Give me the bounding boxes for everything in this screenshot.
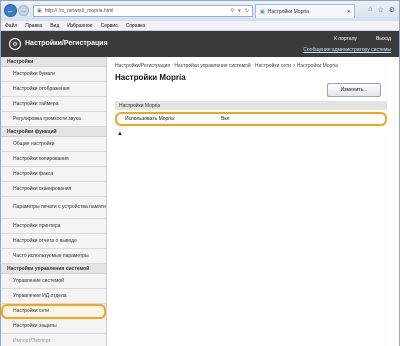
sidebar-section-functions: Настройки функций: [1, 127, 106, 137]
address-bar-icons: ⚲ ▾ ↻: [231, 8, 249, 14]
settings-table-header: Настройки Mopria: [115, 101, 387, 110]
home-icon[interactable]: ⌂: [368, 6, 372, 14]
sidebar-item-fax[interactable]: Настройки факса: [1, 167, 106, 182]
page-title: Настройки Mopria: [115, 73, 186, 82]
main-content: Настройки/Регистрация : Настройки управл…: [107, 57, 399, 346]
close-tab-icon[interactable]: ✕: [347, 9, 351, 15]
sidebar: Настройки Настройки бумаги Настройки ото…: [1, 57, 107, 346]
breadcrumb-current: Настройки Mopria: [296, 63, 338, 69]
portal-link[interactable]: К порталу: [334, 36, 357, 42]
browser-tab[interactable]: ▣ Настройки Mopria ✕: [255, 4, 355, 18]
sidebar-item-output-report[interactable]: Настройки отчета о выводе: [1, 234, 106, 249]
back-arrow-icon[interactable]: ←: [4, 4, 17, 17]
menu-edit[interactable]: Правка: [25, 23, 42, 29]
search-icon[interactable]: ⚲: [231, 8, 235, 14]
menu-tools[interactable]: Сервис: [101, 23, 118, 29]
refresh-icon[interactable]: ↻: [245, 8, 249, 14]
address-bar[interactable]: ▣ http:// /m_network_mopria.html ⚲ ▾ ↻: [33, 5, 253, 17]
breadcrumb-item[interactable]: Настройки сети: [255, 63, 291, 69]
sidebar-item-scan[interactable]: Настройки сканирования: [1, 182, 106, 197]
sidebar-item-memory-print[interactable]: Параметры печати с устройства памяти: [1, 197, 106, 219]
settings-gear-icon[interactable]: ⚙: [389, 6, 395, 14]
forward-arrow-icon[interactable]: →: [18, 5, 29, 16]
menu-view[interactable]: Вид: [50, 23, 59, 29]
sidebar-item-timer[interactable]: Настройки таймера: [1, 97, 106, 112]
admin-messages-link[interactable]: Сообщения администратору системы: [303, 47, 391, 53]
tab-label: Настройки Mopria: [267, 8, 309, 15]
logout-link[interactable]: Выход: [376, 36, 391, 42]
app-title: Настройки/Регистрация: [25, 40, 108, 47]
sidebar-item-network[interactable]: Настройки сети: [1, 304, 106, 319]
mopria-setting-value: Вкл: [221, 116, 230, 122]
sidebar-item-copy[interactable]: Настройки копирования: [1, 152, 106, 167]
table-row: Использовать Mopria: Вкл: [115, 112, 387, 126]
page-header: ⚙ Настройки/Регистрация К порталу Выход …: [1, 31, 399, 57]
menu-file[interactable]: Файл: [5, 23, 17, 29]
dropdown-icon[interactable]: ▾: [238, 8, 241, 14]
sidebar-item-security[interactable]: Настройки защиты: [1, 319, 106, 334]
settings-logo-icon: ⚙: [9, 38, 21, 50]
favorites-star-icon[interactable]: ☆: [377, 6, 383, 14]
sidebar-item-system-management[interactable]: Управление системой: [1, 274, 106, 289]
sidebar-section-system: Настройки управления системой: [1, 264, 106, 274]
tab-page-icon: ▣: [260, 8, 265, 15]
browser-toolbar: ← → ▣ http:// /m_network_mopria.html ⚲ ▾…: [1, 1, 399, 21]
sidebar-item-common[interactable]: Общие настройки: [1, 137, 106, 152]
breadcrumb-item[interactable]: Настройки управления системой: [174, 63, 250, 69]
breadcrumb: Настройки/Регистрация : Настройки управл…: [115, 63, 391, 69]
menu-bar: Файл Правка Вид Избранное Сервис Справка: [1, 21, 399, 31]
sidebar-item-volume[interactable]: Регулировка громкости звука: [1, 112, 106, 127]
sidebar-item-import-export[interactable]: Импорт/Экспорт: [1, 334, 106, 346]
sidebar-item-department-id[interactable]: Управление ИД отдела: [1, 289, 106, 304]
sidebar-item-favorites[interactable]: Часто используемые параметры: [1, 249, 106, 264]
scroll-to-top-icon[interactable]: ▲: [117, 131, 123, 137]
breadcrumb-item[interactable]: Настройки/Регистрация: [115, 63, 170, 69]
sidebar-item-printer[interactable]: Настройки принтера: [1, 219, 106, 234]
page-icon: ▣: [37, 8, 42, 14]
menu-help[interactable]: Справка: [126, 23, 146, 29]
sidebar-item-display[interactable]: Настройки отображения: [1, 82, 106, 97]
url-text: http:// /m_network_mopria.html: [44, 8, 114, 14]
menu-favorites[interactable]: Избранное: [67, 23, 92, 29]
sidebar-item-paper[interactable]: Настройки бумаги: [1, 67, 106, 82]
sidebar-section-settings: Настройки: [1, 57, 106, 67]
browser-right-icons: ⌂ ☆ ⚙: [368, 6, 395, 14]
browser-window: ← → ▣ http:// /m_network_mopria.html ⚲ ▾…: [0, 0, 400, 346]
mopria-setting-label: Использовать Mopria:: [125, 116, 176, 122]
edit-button[interactable]: Изменить...: [327, 83, 381, 97]
